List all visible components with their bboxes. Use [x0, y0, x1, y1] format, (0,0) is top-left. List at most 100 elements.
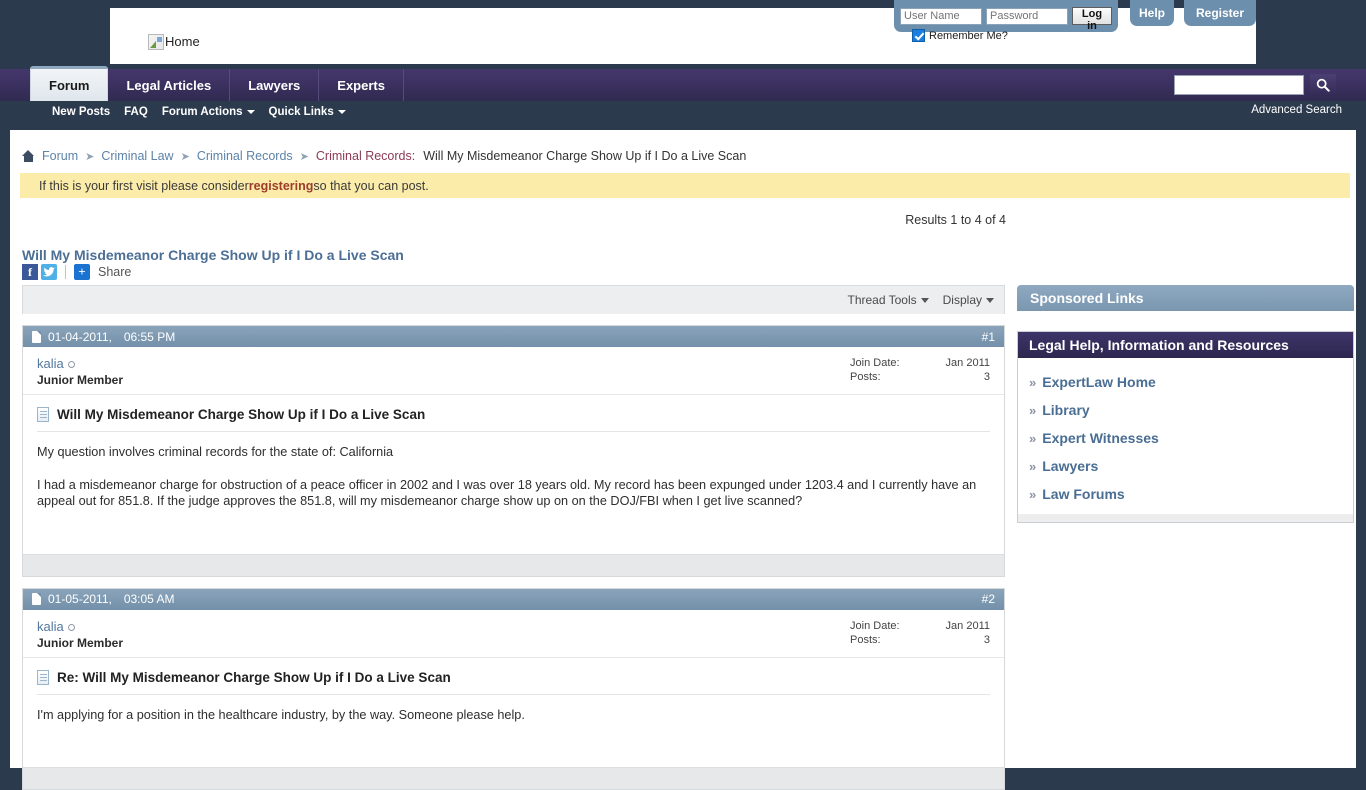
- post-subject: Re: Will My Misdemeanor Charge Show Up i…: [37, 670, 990, 695]
- author-rank: Junior Member: [37, 373, 123, 387]
- post-count-value: 3: [984, 633, 990, 647]
- nav-search-group: [1174, 74, 1336, 96]
- sidebar-item-label: Library: [1042, 402, 1089, 418]
- post-subject-text: Will My Misdemeanor Charge Show Up if I …: [57, 407, 425, 422]
- post-number[interactable]: #1: [982, 330, 995, 344]
- author-stats: Join Date: Jan 2011 Posts: 3: [850, 356, 990, 387]
- username-input[interactable]: [900, 8, 982, 25]
- registering-link[interactable]: registering: [249, 179, 314, 193]
- post-header: 01-05-2011, 03:05 AM #2: [23, 589, 1004, 610]
- double-chevron-icon: »: [1029, 487, 1036, 502]
- document-icon: [37, 670, 49, 685]
- breadcrumb: Forum ➤ Criminal Law ➤ Criminal Records …: [22, 149, 746, 163]
- post-footer: [23, 767, 1004, 789]
- post-paragraph: I'm applying for a position in the healt…: [37, 707, 990, 724]
- post-icon: [32, 331, 41, 343]
- post-content: I'm applying for a position in the healt…: [37, 695, 990, 724]
- offline-status-icon: [68, 624, 75, 631]
- join-date-row: Join Date: Jan 2011: [850, 619, 990, 633]
- resources-footer: [1018, 514, 1353, 522]
- logo-alt-text: Home: [165, 34, 200, 50]
- login-button[interactable]: Log in: [1072, 7, 1112, 25]
- home-icon: [22, 150, 35, 162]
- subnav-quick-links[interactable]: Quick Links: [269, 106, 346, 118]
- register-button[interactable]: Register: [1184, 0, 1256, 26]
- page-title[interactable]: Will My Misdemeanor Charge Show Up if I …: [22, 247, 404, 263]
- double-chevron-icon: »: [1029, 431, 1036, 446]
- post-body: Re: Will My Misdemeanor Charge Show Up i…: [23, 658, 1004, 768]
- post-count-label: Posts:: [850, 633, 881, 647]
- sidebar-item-expert-witnesses[interactable]: » Expert Witnesses: [1018, 424, 1353, 452]
- breadcrumb-current-forum[interactable]: Criminal Records:: [316, 149, 415, 163]
- post-subject: Will My Misdemeanor Charge Show Up if I …: [37, 407, 990, 432]
- primary-navbar: Forum Legal Articles Lawyers Experts: [0, 69, 1366, 101]
- sidebar-item-label: Expert Witnesses: [1042, 430, 1159, 446]
- post-author-block: kalia Junior Member: [37, 356, 123, 387]
- breadcrumb-separator: ➤: [181, 150, 190, 163]
- join-date-row: Join Date: Jan 2011: [850, 356, 990, 370]
- sidebar-item-lawyers[interactable]: » Lawyers: [1018, 452, 1353, 480]
- login-panel: Log in: [894, 0, 1118, 32]
- thread-tools-button[interactable]: Thread Tools: [847, 293, 928, 307]
- remember-me-checkbox[interactable]: [912, 29, 925, 42]
- sidebar-item-label: ExpertLaw Home: [1042, 374, 1156, 390]
- post-time: 06:55 PM: [124, 330, 175, 344]
- offline-status-icon: [68, 361, 75, 368]
- breadcrumb-criminal-law[interactable]: Criminal Law: [101, 149, 173, 163]
- search-input[interactable]: [1174, 75, 1304, 95]
- document-icon: [37, 407, 49, 422]
- tab-forum[interactable]: Forum: [30, 66, 108, 101]
- subnav-faq[interactable]: FAQ: [124, 106, 148, 118]
- results-count: Results 1 to 4 of 4: [905, 213, 1006, 227]
- remember-me-label: Remember Me?: [929, 30, 1008, 42]
- twitter-icon[interactable]: [41, 264, 57, 280]
- help-button[interactable]: Help: [1130, 0, 1174, 26]
- notice-text-after: so that you can post.: [313, 179, 428, 193]
- post-count-value: 3: [984, 370, 990, 384]
- breadcrumb-separator: ➤: [85, 150, 94, 163]
- advanced-search-link[interactable]: Advanced Search: [1251, 104, 1342, 116]
- post-paragraph: My question involves criminal records fo…: [37, 444, 990, 461]
- breadcrumb-forum[interactable]: Forum: [42, 149, 78, 163]
- subnav-new-posts-label: New Posts: [52, 106, 110, 118]
- secondary-navbar: New Posts FAQ Forum Actions Quick Links …: [0, 101, 1366, 123]
- sidebar-item-expertlaw-home[interactable]: » ExpertLaw Home: [1018, 368, 1353, 396]
- thread-toolbar: Thread Tools Display: [22, 285, 1005, 314]
- join-date-value: Jan 2011: [946, 356, 990, 370]
- subnav-forum-actions[interactable]: Forum Actions: [162, 106, 255, 118]
- first-visit-notice: If this is your first visit please consi…: [20, 173, 1350, 198]
- post-number[interactable]: #2: [982, 592, 995, 606]
- facebook-icon[interactable]: f: [22, 264, 38, 280]
- sidebar-item-library[interactable]: » Library: [1018, 396, 1353, 424]
- breadcrumb-criminal-records[interactable]: Criminal Records: [197, 149, 293, 163]
- post-body: Will My Misdemeanor Charge Show Up if I …: [23, 395, 1004, 554]
- post: 01-05-2011, 03:05 AM #2 kalia Junior Mem…: [22, 588, 1005, 790]
- post-user-info: kalia Junior Member Join Date: Jan 2011 …: [23, 347, 1004, 395]
- tab-experts[interactable]: Experts: [319, 69, 404, 101]
- author-stats: Join Date: Jan 2011 Posts: 3: [850, 619, 990, 650]
- author-link[interactable]: kalia: [37, 619, 64, 634]
- addthis-plus-icon[interactable]: +: [74, 264, 90, 280]
- breadcrumb-thread-title: Will My Misdemeanor Charge Show Up if I …: [423, 149, 746, 163]
- author-link[interactable]: kalia: [37, 356, 64, 371]
- broken-image-icon: [148, 34, 164, 50]
- sidebar-item-law-forums[interactable]: » Law Forums: [1018, 480, 1353, 508]
- double-chevron-icon: »: [1029, 375, 1036, 390]
- site-logo-link[interactable]: Home: [148, 34, 200, 50]
- sidebar-item-label: Lawyers: [1042, 458, 1098, 474]
- post-content: My question involves criminal records fo…: [37, 432, 990, 510]
- tab-lawyers[interactable]: Lawyers: [230, 69, 319, 101]
- join-date-value: Jan 2011: [946, 619, 990, 633]
- subnav-new-posts[interactable]: New Posts: [52, 106, 110, 118]
- post-header: 01-04-2011, 06:55 PM #1: [23, 326, 1004, 347]
- share-label[interactable]: Share: [98, 265, 131, 279]
- password-input[interactable]: [986, 8, 1068, 25]
- tab-legal-articles[interactable]: Legal Articles: [108, 69, 230, 101]
- search-icon[interactable]: [1310, 74, 1336, 96]
- thread-column: Thread Tools Display 01-04-2011, 06:55 P…: [22, 285, 1005, 790]
- post-count-row: Posts: 3: [850, 370, 990, 384]
- chevron-down-icon: [986, 298, 994, 303]
- display-button[interactable]: Display: [943, 293, 994, 307]
- post-footer: [23, 554, 1004, 576]
- breadcrumb-separator: ➤: [300, 150, 309, 163]
